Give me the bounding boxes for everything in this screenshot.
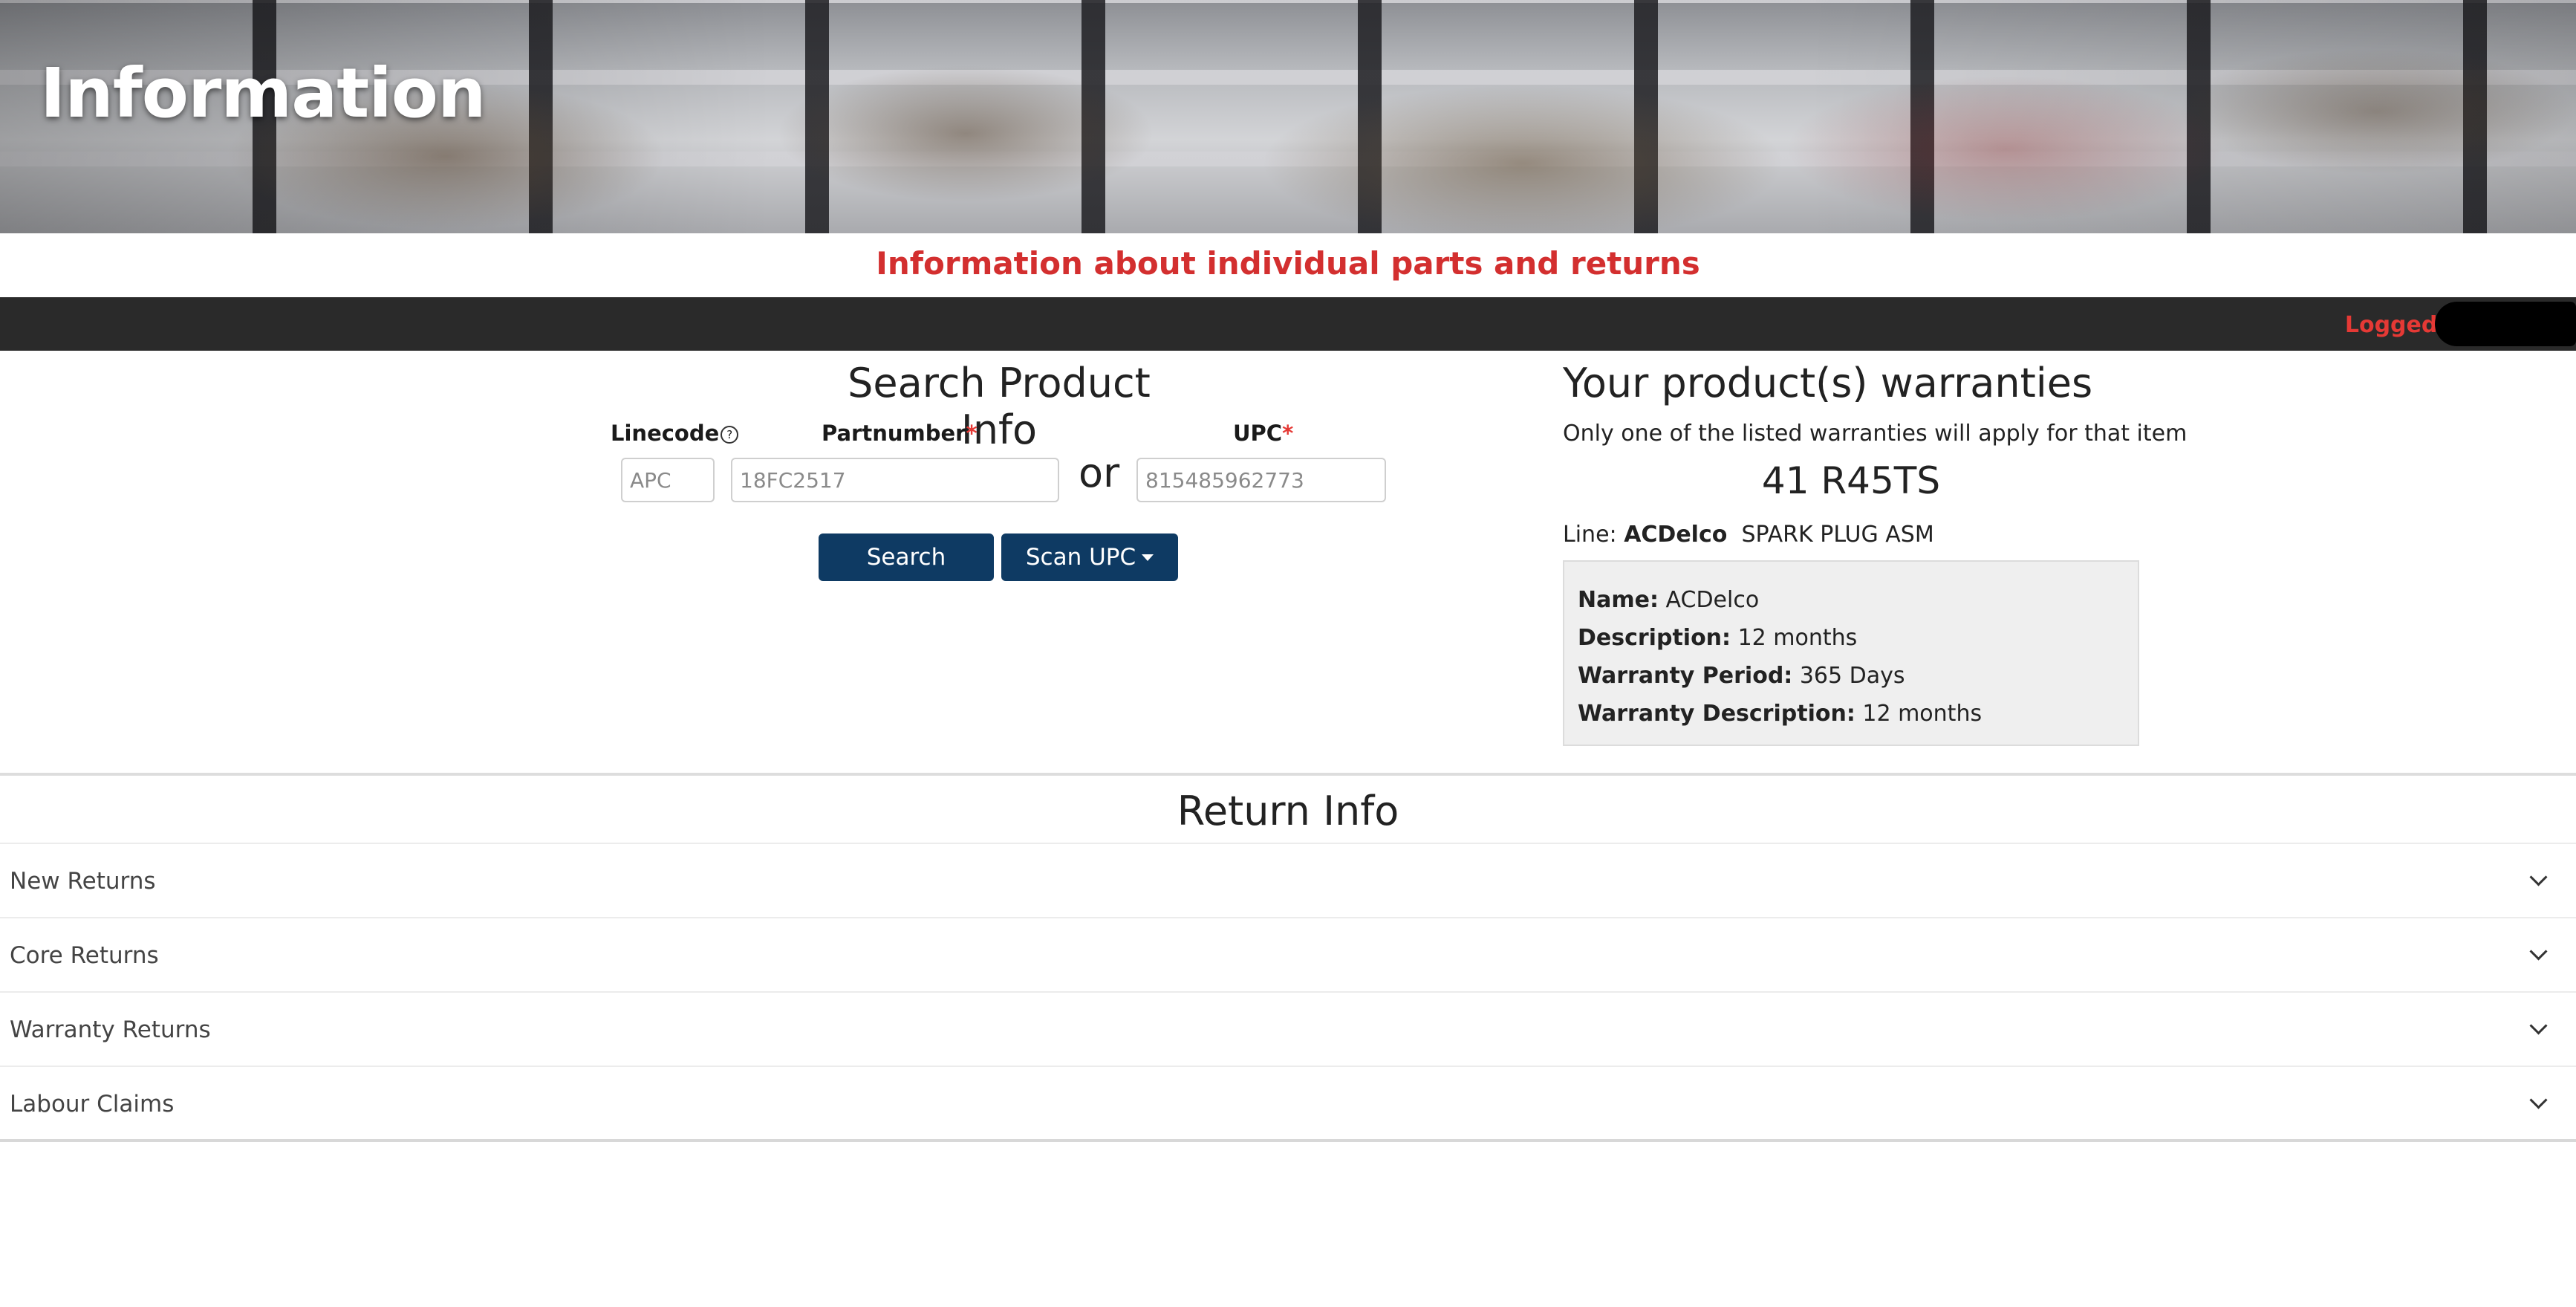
warranty-section-title: Your product(s) warranties (1563, 360, 2093, 406)
search-button-label: Search (866, 544, 946, 571)
upc-label: UPC* (1233, 421, 1293, 446)
warranty-period-row: Warranty Period: 365 Days (1578, 657, 2124, 695)
search-button[interactable]: Search (819, 533, 994, 581)
caret-down-icon (1142, 554, 1154, 561)
line-description: SPARK PLUG ASM (1741, 522, 1934, 548)
detail-label: Description: (1578, 625, 1731, 651)
section-divider (0, 773, 2576, 776)
detail-label: Warranty Period: (1578, 663, 1793, 689)
return-info-title: Return Info (1177, 788, 1399, 834)
partnumber-label: Partnumber* (822, 421, 978, 446)
detail-value: ACDelco (1665, 587, 1760, 613)
linecode-label-text: Linecode (611, 421, 720, 446)
scan-upc-button[interactable]: Scan UPC (1001, 533, 1178, 581)
detail-value: 12 months (1737, 625, 1858, 651)
scan-upc-button-label: Scan UPC (1025, 544, 1136, 571)
warranty-description-row: Description: 12 months (1578, 619, 2124, 657)
chevron-down-icon (2529, 1016, 2548, 1035)
accordion-new-returns[interactable]: New Returns (0, 843, 2576, 917)
warranty-note: Only one of the listed warranties will a… (1563, 421, 2188, 447)
line-label: Line: (1563, 522, 1617, 548)
part-number-display: 41 R45TS (1761, 459, 1941, 502)
detail-value: 12 months (1862, 701, 1983, 727)
redacted-username (2435, 302, 2576, 346)
upc-label-text: UPC (1233, 421, 1283, 446)
accordion-core-returns[interactable]: Core Returns (0, 917, 2576, 991)
accordion-label: Warranty Returns (10, 1016, 211, 1043)
accordion-labour-claims[interactable]: Labour Claims (0, 1066, 2576, 1140)
or-separator: or (1079, 450, 1120, 496)
detail-label: Name: (1578, 587, 1659, 613)
chevron-down-icon (2529, 1091, 2548, 1109)
warranty-details-card: Name: ACDelco Description: 12 months War… (1563, 560, 2139, 746)
help-icon[interactable]: ? (721, 426, 739, 444)
page-title: Information (40, 53, 486, 133)
accordion-warranty-returns[interactable]: Warranty Returns (0, 991, 2576, 1066)
accordion-label: New Returns (10, 868, 156, 895)
page-subtitle: Information about individual parts and r… (876, 245, 1700, 282)
product-line: Line: ACDelco SPARK PLUG ASM (1563, 522, 1934, 548)
partnumber-input[interactable] (731, 458, 1059, 502)
warranty-name-row: Name: ACDelco (1578, 581, 2124, 619)
warranty-long-description-row: Warranty Description: 12 months (1578, 695, 2124, 733)
partnumber-label-text: Partnumber (822, 421, 966, 446)
required-mark: * (1282, 421, 1294, 446)
accordion-label: Core Returns (10, 942, 159, 969)
detail-label: Warranty Description: (1578, 701, 1855, 727)
linecode-input[interactable] (621, 458, 715, 502)
linecode-label: Linecode? (611, 421, 739, 446)
status-bar: Logged in as (0, 297, 2576, 351)
section-divider (0, 1139, 2576, 1142)
detail-value: 365 Days (1799, 663, 1905, 689)
line-brand: ACDelco (1624, 522, 1728, 548)
chevron-down-icon (2529, 868, 2548, 886)
required-mark: * (966, 421, 978, 446)
chevron-down-icon (2529, 942, 2548, 961)
upc-input[interactable] (1136, 458, 1386, 502)
accordion-label: Labour Claims (10, 1091, 175, 1118)
hero-banner: Information (0, 0, 2576, 233)
